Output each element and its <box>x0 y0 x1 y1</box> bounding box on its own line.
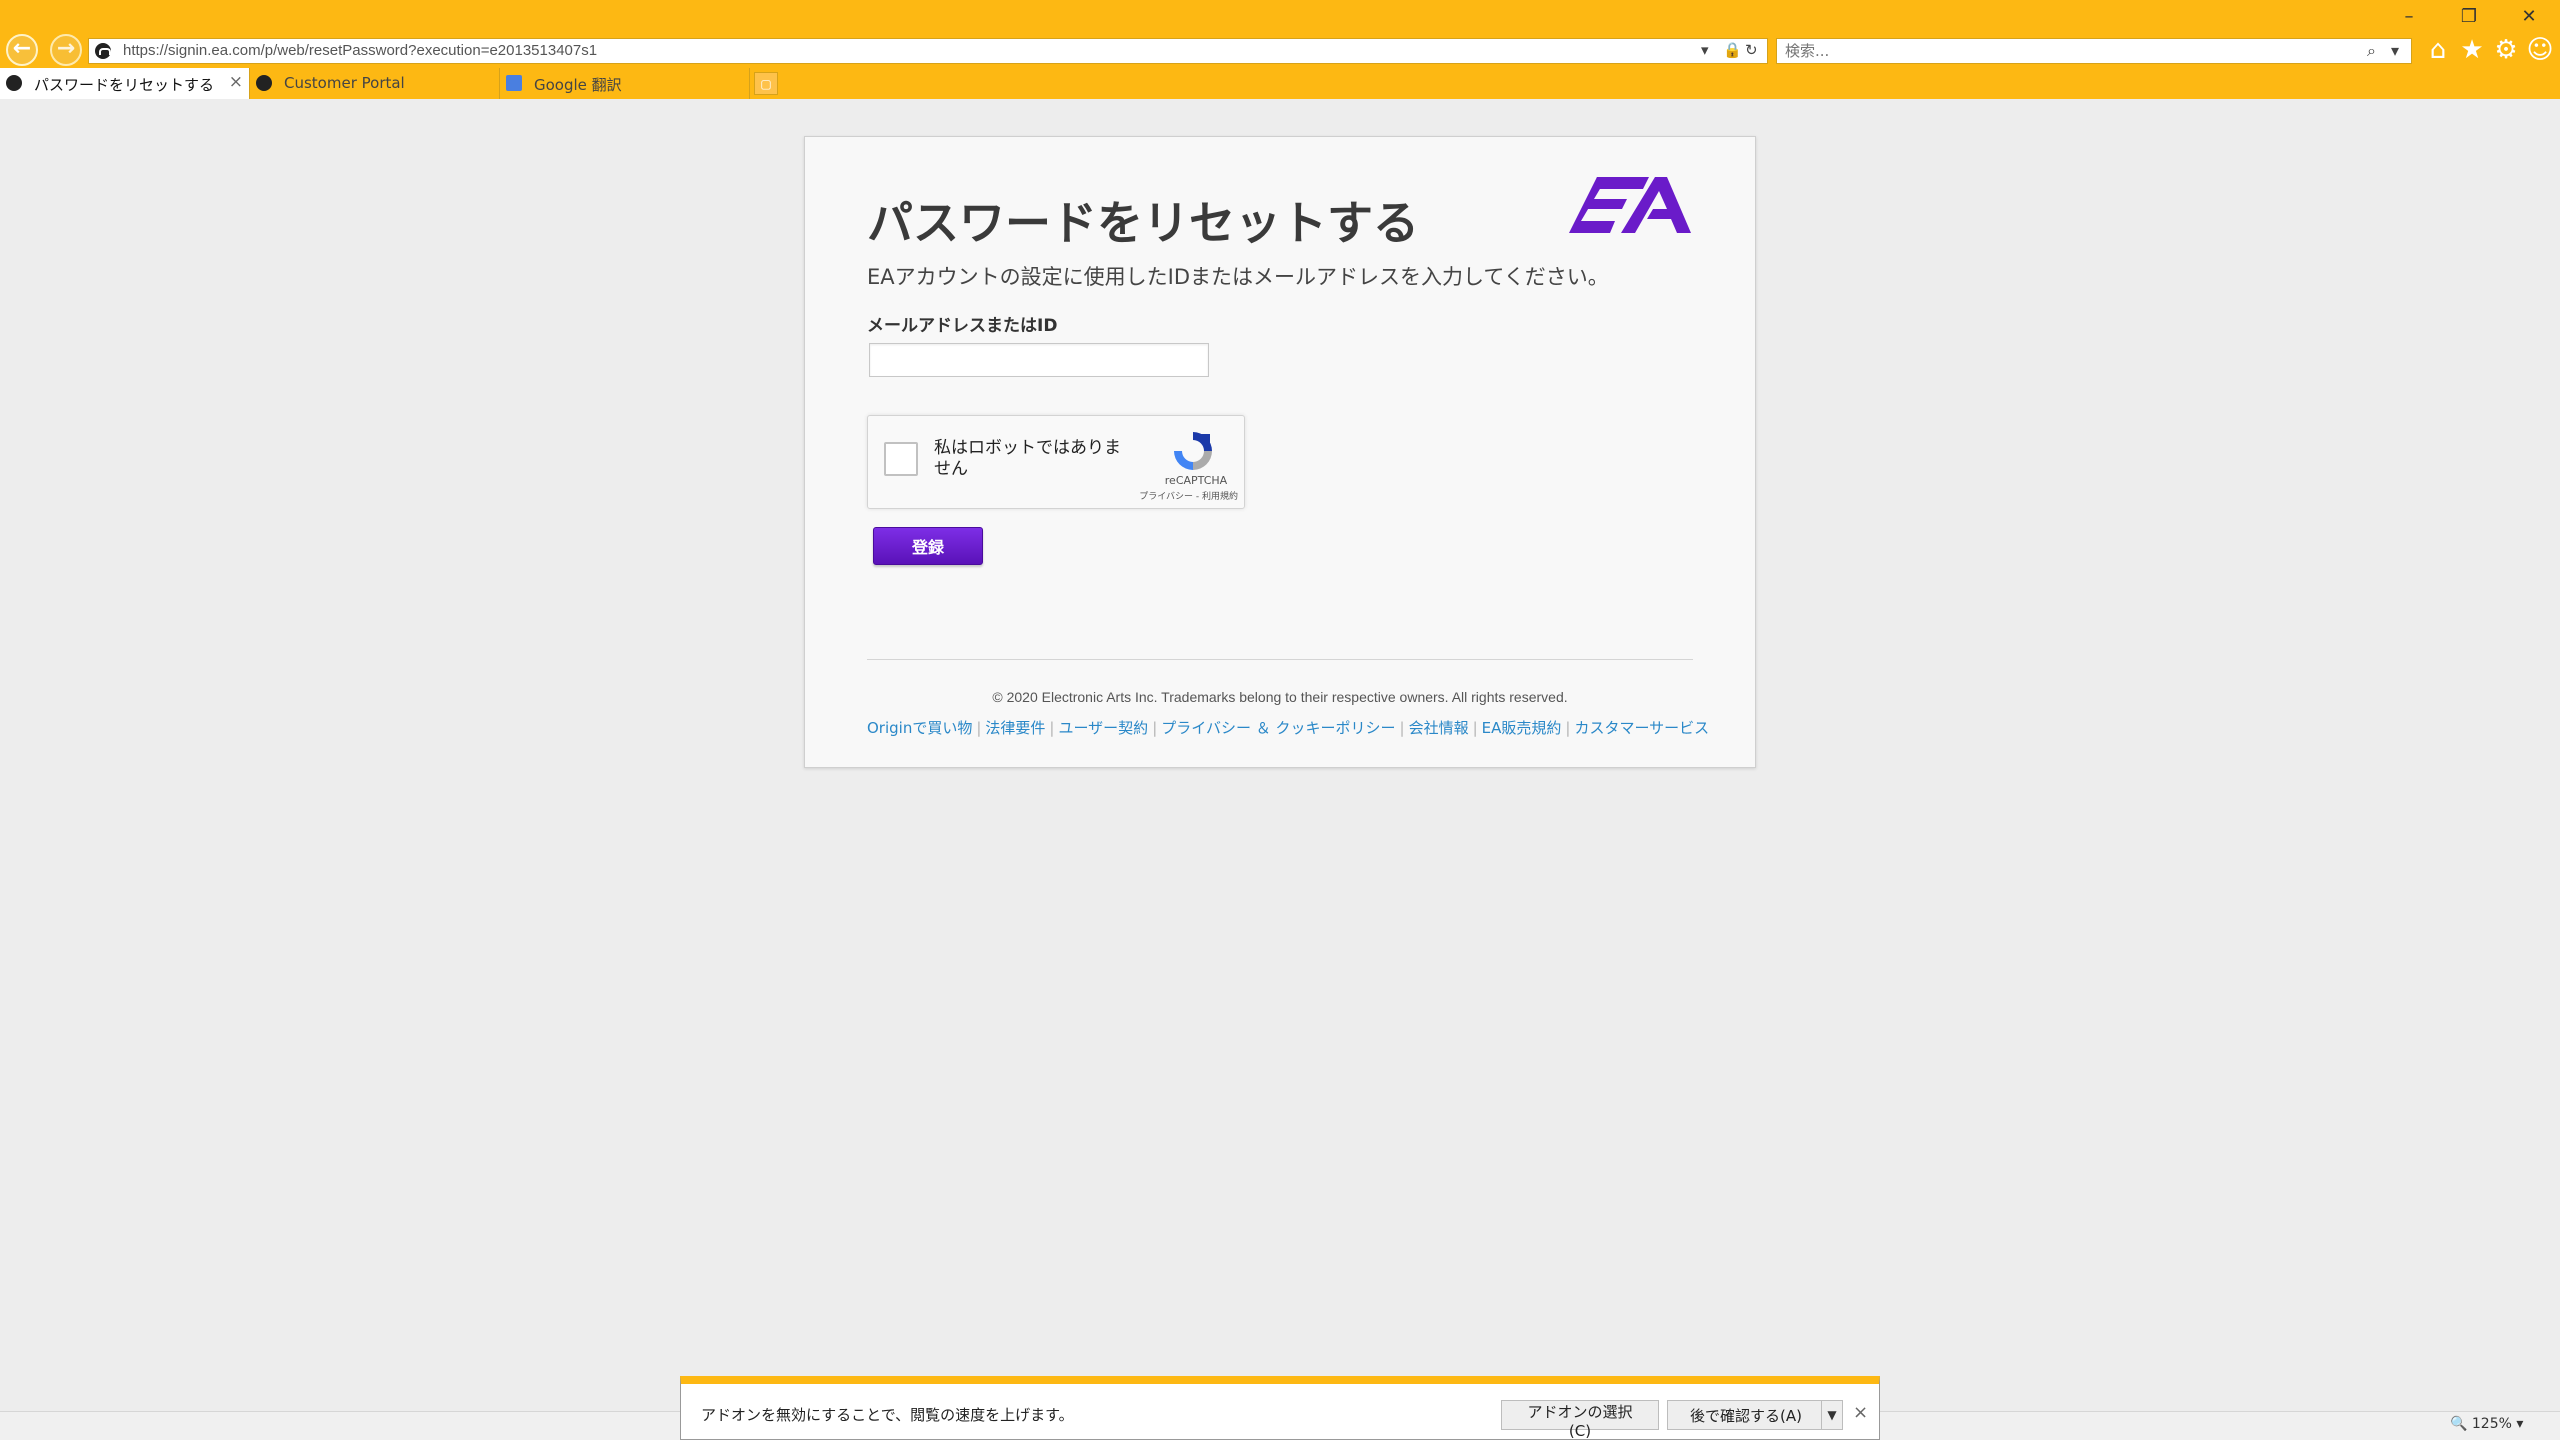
reset-password-card: パスワードをリセットする EAアカウントの設定に使用したIDまたはメールアドレス… <box>804 136 1756 768</box>
star-icon[interactable]: ★ <box>2458 36 2486 64</box>
close-window-icon[interactable]: ✕ <box>2514 6 2544 27</box>
footer-links: Originで買い物 | 法律要件 | ユーザー契約 | プライバシー ＆ クッキーポリシー… <box>867 719 1710 737</box>
google-translate-favicon-icon <box>506 75 522 91</box>
recaptcha-privacy-terms[interactable]: プライバシー - 利用規約 <box>1118 489 1238 502</box>
footer-link-legal[interactable]: 法律要件 <box>985 719 1045 737</box>
ask-later-button[interactable]: 後で確認する(A) <box>1667 1400 1825 1430</box>
zoom-level[interactable]: 🔍 125% ▾ <box>2450 1416 2523 1432</box>
tab-reset-password[interactable]: パスワードをリセットする × <box>0 68 250 99</box>
lock-icon[interactable]: 🔒 <box>1723 41 1742 59</box>
footer-link-privacy[interactable]: プライバシー ＆ クッキーポリシー <box>1161 719 1395 737</box>
gear-icon[interactable]: ⚙ <box>2492 36 2520 64</box>
tab-label: パスワードをリセットする <box>34 76 215 94</box>
tab-strip: パスワードをリセットする × Customer Portal Google 翻訳… <box>0 68 2560 99</box>
tab-label: Customer Portal <box>284 74 405 92</box>
footer-link-user-agreement[interactable]: ユーザー契約 <box>1058 719 1148 737</box>
search-icon[interactable]: ⌕ <box>2367 41 2376 61</box>
home-icon[interactable]: ⌂ <box>2424 36 2452 64</box>
url-text[interactable]: https://signin.ea.com/p/web/resetPasswor… <box>123 42 597 59</box>
address-bar[interactable]: https://signin.ea.com/p/web/resetPasswor… <box>88 38 1768 64</box>
choose-addons-button[interactable]: アドオンの選択(C) <box>1501 1400 1659 1440</box>
tab-customer-portal[interactable]: Customer Portal <box>250 68 500 99</box>
close-icon[interactable]: × <box>1853 1402 1868 1423</box>
search-box[interactable]: ⌕ ▾ <box>1776 38 2412 64</box>
back-arrow-icon[interactable]: ← <box>6 34 38 66</box>
restore-icon[interactable]: ❐ <box>2454 6 2484 27</box>
tab-google-translate[interactable]: Google 翻訳 <box>500 68 750 99</box>
new-tab-icon[interactable]: ▢ <box>754 72 778 95</box>
close-tab-icon[interactable]: × <box>229 72 243 92</box>
ea-logo-icon <box>1569 177 1691 233</box>
footer-link-origin[interactable]: Originで買い物 <box>867 719 972 737</box>
refresh-icon[interactable]: ↻ <box>1745 41 1758 59</box>
footer-link-about[interactable]: 会社情報 <box>1409 719 1469 737</box>
recaptcha-brand: reCAPTCHA <box>1164 474 1228 487</box>
copyright-text: © 2020 Electronic Arts Inc. Trademarks b… <box>992 689 1568 705</box>
page-title: パスワードをリセットする <box>867 196 1419 250</box>
footer-divider <box>867 659 1693 660</box>
addon-notification-bar: アドオンを無効にすることで、閲覧の速度を上げます。 アドオンの選択(C) 後で確… <box>680 1376 1880 1440</box>
recaptcha-widget: 私はロボットではありません reCAPTCHA プライバシー - 利用規約 <box>867 415 1245 509</box>
recaptcha-checkbox[interactable] <box>884 442 918 476</box>
dropdown-arrow-icon[interactable]: ▾ <box>1701 41 1709 59</box>
browser-chrome: ← → https://signin.ea.com/p/web/resetPas… <box>0 0 2560 99</box>
minimize-icon[interactable]: – <box>2394 6 2424 27</box>
search-dropdown-icon[interactable]: ▾ <box>2391 41 2399 60</box>
forward-arrow-icon[interactable]: → <box>50 34 82 66</box>
zoom-icon: 🔍 <box>2450 1416 2468 1432</box>
notification-text: アドオンを無効にすることで、閲覧の速度を上げます。 <box>701 1406 1074 1424</box>
recaptcha-label: 私はロボットではありません <box>934 438 1121 479</box>
submit-button[interactable]: 登録 <box>873 527 983 565</box>
page-subtitle: EAアカウントの設定に使用したIDまたはメールアドレスを入力してください。 <box>867 265 1609 289</box>
site-favicon-icon <box>95 43 111 59</box>
search-input[interactable] <box>1785 42 2325 60</box>
recaptcha-logo-icon <box>1174 432 1212 470</box>
email-field[interactable] <box>869 343 1209 377</box>
chevron-down-icon[interactable]: ▼ <box>1821 1400 1843 1430</box>
footer-link-terms-of-sale[interactable]: EA販売規約 <box>1482 719 1562 737</box>
smiley-icon[interactable]: ☺ <box>2526 36 2554 64</box>
ea-favicon-icon <box>6 75 22 91</box>
zoom-value: 125% <box>2471 1416 2512 1432</box>
footer-link-customer-service[interactable]: カスタマーサービス <box>1574 719 1709 737</box>
email-field-label: メールアドレスまたはID <box>867 316 1058 336</box>
ea-favicon-icon <box>256 75 272 91</box>
tab-label: Google 翻訳 <box>534 76 622 94</box>
